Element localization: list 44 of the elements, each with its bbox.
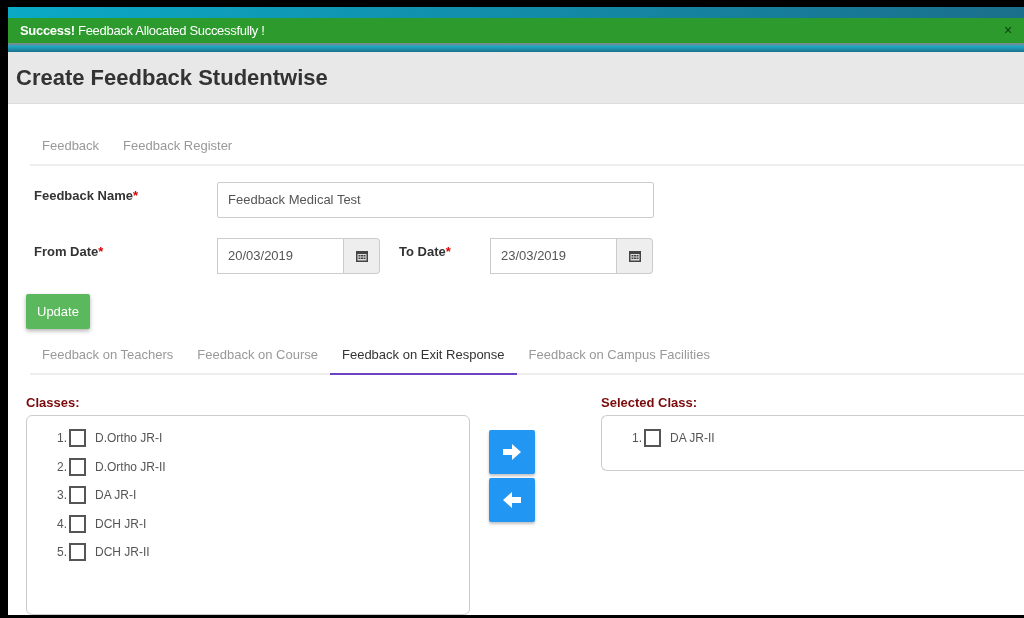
class-name: DCH JR-I xyxy=(95,515,147,533)
move-right-button[interactable] xyxy=(489,429,535,474)
date-field[interactable]: 20/03/2019 xyxy=(217,237,344,274)
arrow-left-icon xyxy=(503,491,521,508)
tab[interactable]: Feedback xyxy=(30,130,112,164)
tab[interactable]: Feedback on Exit Response xyxy=(330,339,517,375)
checkbox[interactable] xyxy=(644,429,661,448)
class-name: DA JR-II xyxy=(670,430,715,448)
checkbox[interactable] xyxy=(69,457,86,476)
checkbox[interactable] xyxy=(69,486,86,505)
tab[interactable]: Feedback on Campus Facilities xyxy=(516,339,722,373)
calendar-button[interactable] xyxy=(617,237,653,274)
item-number: 5. xyxy=(57,544,67,562)
item-number: 1. xyxy=(632,430,642,448)
class-name: D.Ortho JR-II xyxy=(95,458,166,476)
item-number: 4. xyxy=(57,515,67,533)
page-title: Create Feedback Studentwise xyxy=(16,64,328,91)
list-label: Selected Class: xyxy=(601,393,699,412)
update-button[interactable]: Update xyxy=(26,293,90,329)
close-button[interactable]: × xyxy=(1004,20,1012,42)
tab[interactable]: Feedback Register xyxy=(111,130,245,164)
checkbox[interactable] xyxy=(69,514,86,533)
calendar-icon xyxy=(628,249,641,262)
field-label: To Date* xyxy=(399,243,451,259)
arrow-right-icon xyxy=(503,443,521,460)
field-label: From Date* xyxy=(34,243,104,259)
item-number: 1. xyxy=(57,430,67,448)
field-label: Feedback Name* xyxy=(34,187,139,203)
class-name: DA JR-I xyxy=(95,487,137,505)
checkbox[interactable] xyxy=(69,543,86,562)
alert-message: Success! Feedback Allocated Successfully ! xyxy=(20,21,265,40)
item-number: 3. xyxy=(57,487,67,505)
tab[interactable]: Feedback on Course xyxy=(185,339,330,373)
checkbox[interactable] xyxy=(69,429,86,448)
list-label: Classes: xyxy=(26,393,81,412)
tab[interactable]: Feedback on Teachers xyxy=(30,339,186,373)
class-name: DCH JR-II xyxy=(95,544,150,562)
feedback-name-field[interactable]: Feedback Medical Test xyxy=(217,181,654,218)
move-left-button[interactable] xyxy=(489,477,535,522)
calendar-button[interactable] xyxy=(344,237,380,274)
item-number: 2. xyxy=(57,458,67,476)
class-name: D.Ortho JR-I xyxy=(95,430,163,448)
date-field[interactable]: 23/03/2019 xyxy=(490,237,617,274)
calendar-icon xyxy=(355,249,368,262)
